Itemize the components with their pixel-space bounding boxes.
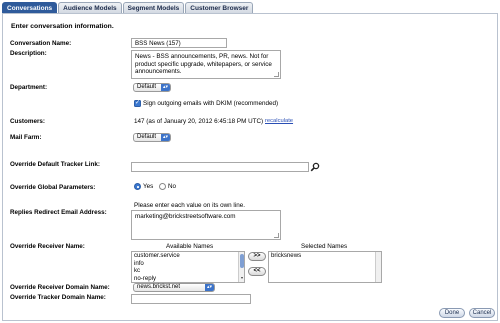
resize-handle-icon[interactable] [274, 72, 279, 77]
list-item[interactable]: bricksnews [271, 252, 379, 260]
dkim-label: Sign outgoing emails with DKIM (recommen… [143, 100, 279, 107]
receiver-name-label: Override Receiver Name: [10, 243, 85, 250]
scroll-down-icon[interactable]: ▾ [239, 274, 244, 282]
global-params-label: Override Global Parameters: [10, 184, 96, 191]
replies-textarea[interactable]: marketing@brickstreetsoftware.com [131, 210, 281, 240]
resize-handle-icon[interactable] [274, 233, 279, 238]
global-params-no-radio[interactable] [159, 183, 166, 190]
selected-names-header: Selected Names [301, 243, 348, 250]
available-names-header: Available Names [166, 243, 214, 250]
tab-customer-browser[interactable]: Customer Browser [185, 2, 254, 13]
tracker-link-input[interactable] [131, 162, 309, 172]
list-item[interactable]: customer.service [134, 252, 242, 260]
mail-farm-select-value: Default [137, 134, 157, 140]
recalculate-link[interactable]: recalculate [265, 118, 293, 124]
receiver-domain-select[interactable]: news.brickst.net ▴▾ [133, 283, 215, 292]
cancel-button[interactable]: Cancel [469, 308, 495, 318]
tracker-domain-label: Override Tracker Domain Name: [10, 294, 106, 301]
tracker-link-label: Override Default Tracker Link: [10, 161, 100, 168]
global-params-no-label: No [168, 183, 177, 190]
conversation-name-input[interactable]: BSS News (157) [131, 38, 227, 48]
tab-audience-models[interactable]: Audience Models [58, 2, 122, 13]
global-params-yes-label: Yes [143, 183, 154, 190]
list-item[interactable]: kc [134, 267, 242, 275]
replies-label: Replies Redirect Email Address: [10, 209, 107, 216]
form-heading: Enter conversation information. [11, 23, 114, 30]
list-item[interactable]: info [134, 260, 242, 268]
customers-label: Customers: [10, 118, 45, 125]
done-button[interactable]: Done [439, 308, 465, 318]
receiver-domain-label: Override Receiver Domain Name: [10, 284, 110, 291]
conversation-name-label: Conversation Name: [10, 40, 72, 47]
dkim-checkbox[interactable]: ✓ [134, 100, 141, 107]
mail-farm-label: Mail Farm: [10, 134, 42, 141]
mail-farm-select[interactable]: Default ▴▾ [133, 133, 171, 142]
select-arrows-icon: ▴▾ [205, 284, 214, 291]
vertical-scrollbar[interactable]: ▴ ▾ [238, 252, 244, 282]
global-params-yes-radio[interactable] [134, 183, 141, 190]
remove-name-button[interactable]: << [248, 267, 266, 276]
search-icon[interactable] [310, 162, 320, 172]
receiver-domain-select-value: news.brickst.net [137, 284, 181, 290]
replies-hint: Please enter each value on its own line. [134, 202, 245, 209]
replies-text: marketing@brickstreetsoftware.com [135, 213, 236, 220]
selected-names-list[interactable]: bricksnews [268, 251, 382, 283]
tab-segment-models[interactable]: Segment Models [122, 2, 185, 13]
department-select-value: Default [137, 84, 157, 90]
list-item[interactable]: no-reply [134, 275, 242, 282]
conversation-form-panel: Enter conversation information. Conversa… [2, 13, 498, 321]
select-arrows-icon: ▴▾ [161, 84, 170, 91]
description-textarea[interactable]: News - BSS announcements, PR, news. Not … [131, 50, 281, 79]
description-text: News - BSS announcements, PR, news. Not … [135, 53, 272, 76]
tab-conversations[interactable]: Conversations [2, 2, 58, 13]
department-select[interactable]: Default ▴▾ [133, 83, 171, 92]
description-label: Description: [10, 50, 47, 57]
vertical-scrollbar[interactable] [375, 252, 381, 282]
department-label: Department: [10, 84, 48, 91]
select-arrows-icon: ▴▾ [161, 134, 170, 141]
tracker-domain-input[interactable] [131, 294, 251, 304]
scrollbar-thumb[interactable] [240, 254, 244, 268]
tab-bar: Conversations Audience Models Segment Mo… [2, 2, 254, 13]
available-names-list[interactable]: customer.service info kc no-reply ▴ ▾ [131, 251, 245, 283]
add-name-button[interactable]: >> [248, 252, 266, 261]
customers-value: 147 (as of January 20, 2012 6:45:18 PM U… [134, 118, 264, 125]
